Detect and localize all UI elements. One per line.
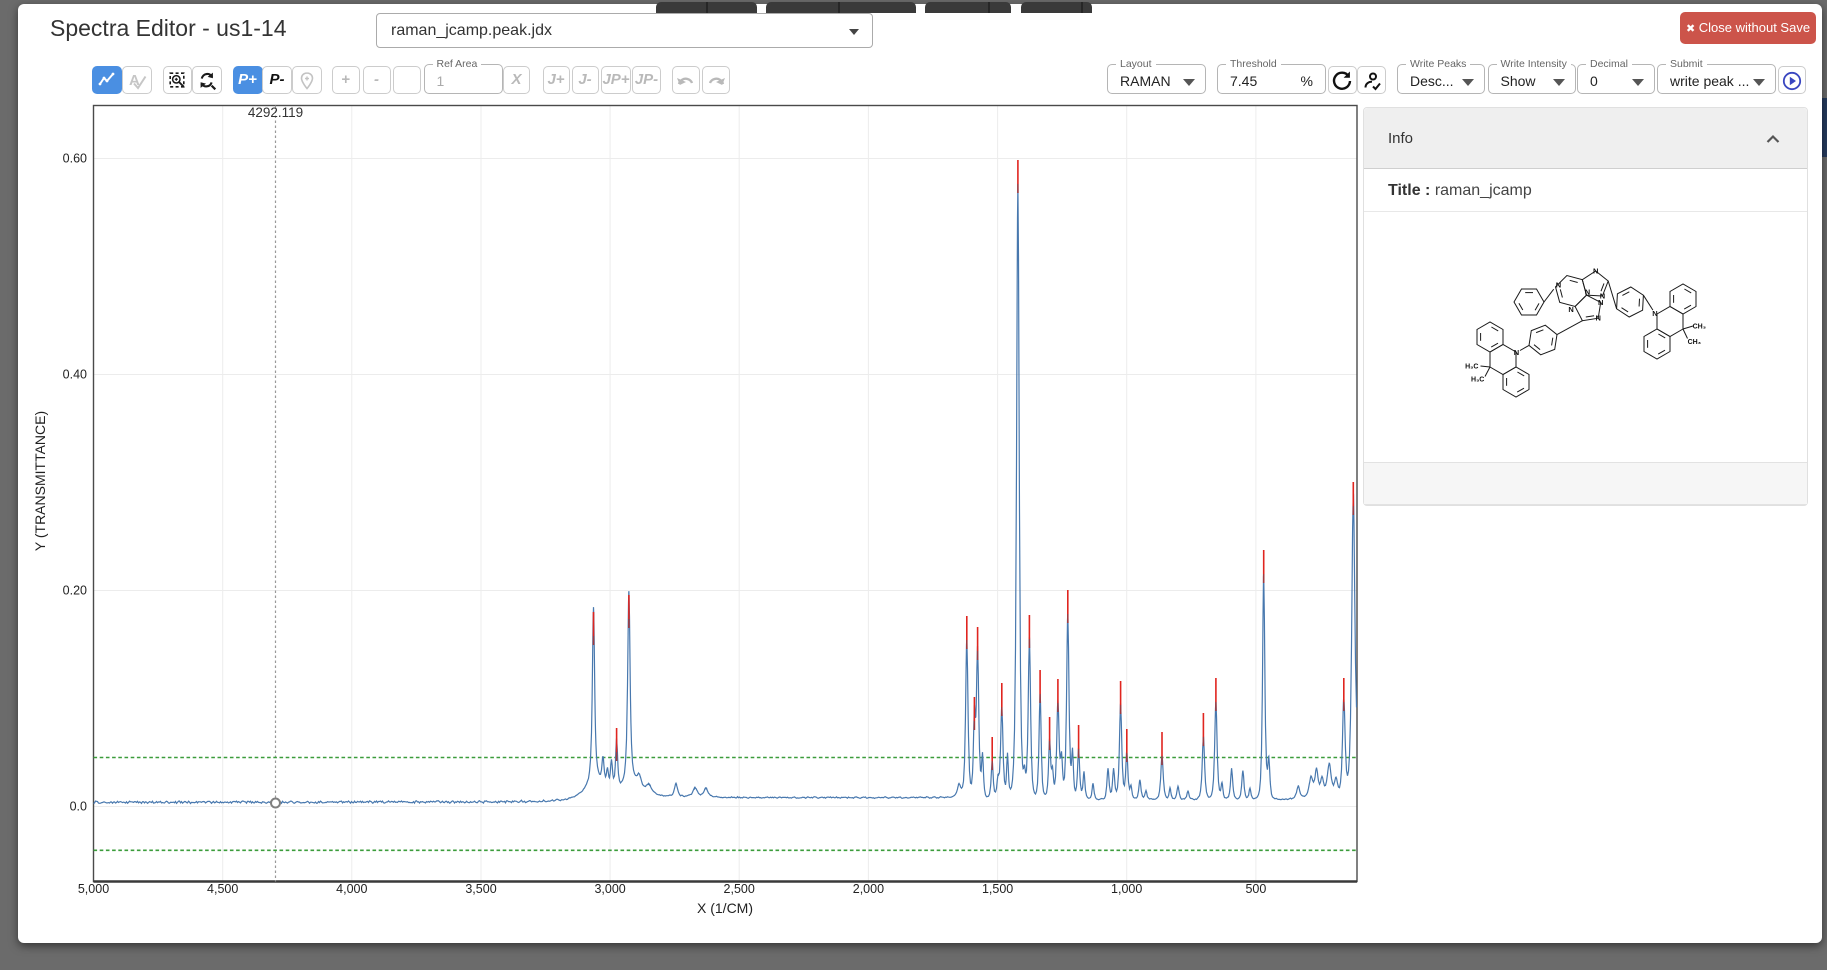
svg-text:500: 500: [1245, 882, 1266, 896]
svg-text:5,000: 5,000: [78, 882, 109, 896]
svg-text:4,500: 4,500: [207, 882, 238, 896]
svg-text:1,000: 1,000: [1111, 882, 1142, 896]
svg-text:0.40: 0.40: [63, 368, 87, 382]
svg-text:2,500: 2,500: [724, 882, 755, 896]
svg-text:X (1/CM): X (1/CM): [697, 900, 753, 916]
svg-text:Y (TRANSMITTANCE): Y (TRANSMITTANCE): [32, 411, 48, 551]
svg-text:2,000: 2,000: [853, 882, 884, 896]
svg-text:3,000: 3,000: [594, 882, 625, 896]
svg-text:4292.119: 4292.119: [248, 105, 303, 120]
svg-text:1,500: 1,500: [982, 882, 1013, 896]
svg-text:3,500: 3,500: [465, 882, 496, 896]
svg-text:0.20: 0.20: [63, 584, 87, 598]
svg-text:4,000: 4,000: [336, 882, 367, 896]
svg-text:0.60: 0.60: [63, 152, 87, 166]
svg-text:0.0: 0.0: [70, 800, 87, 814]
